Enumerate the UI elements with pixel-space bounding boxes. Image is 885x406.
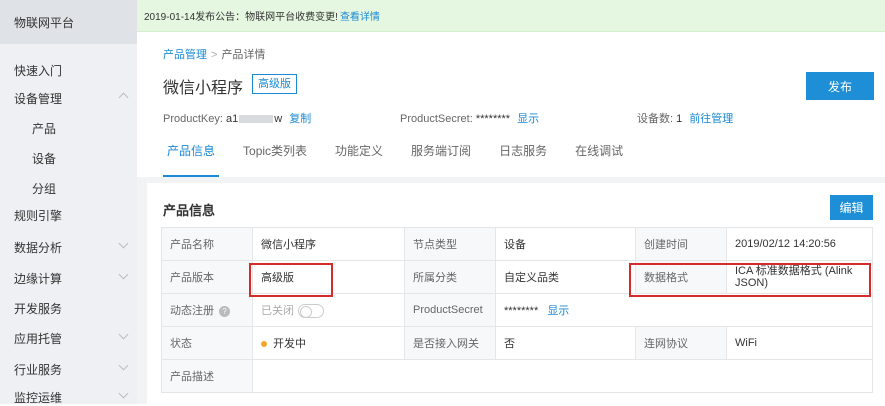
field-label: 节点类型 xyxy=(404,227,496,261)
field-value: WiFi xyxy=(726,326,873,360)
sidebar-item-industry-service[interactable]: 行业服务 xyxy=(14,360,129,378)
product-secret-value: ******** xyxy=(475,113,511,125)
sidebar-item-monitoring[interactable]: 监控运维 xyxy=(14,388,129,406)
sidebar-item-quick-start[interactable]: 快速入门 xyxy=(14,62,62,79)
sidebar-item-data-analysis[interactable]: 数据分析 xyxy=(14,238,129,256)
chevron-down-icon xyxy=(118,238,129,249)
highlight-box-data-format xyxy=(629,263,871,297)
field-label: 动态注册? xyxy=(161,293,253,327)
device-count-value: 1 xyxy=(676,113,683,125)
field-value: ******** 显示 xyxy=(495,293,873,327)
sidebar-item-edge-computing[interactable]: 边缘计算 xyxy=(14,269,129,287)
field-value xyxy=(252,359,873,393)
sidebar-item-rules-engine[interactable]: 规则引擎 xyxy=(14,207,62,224)
highlight-box-edition xyxy=(249,263,333,297)
tab-bar: 产品信息 Topic类列表 功能定义 服务端订阅 日志服务 在线调试 xyxy=(163,142,647,177)
edit-button[interactable]: 编辑 xyxy=(830,195,873,220)
device-count-label: 设备数: xyxy=(637,113,674,125)
field-value: 微信小程序 xyxy=(252,227,405,261)
show-secret-link[interactable]: 显示 xyxy=(517,113,539,125)
chevron-down-icon xyxy=(118,269,129,280)
sidebar-item-device-management[interactable]: 设备管理 xyxy=(14,90,129,107)
main-content: 2019-01-14发布公告：物联网平台收费变更! 查看详情 产品管理 > 产品详情… xyxy=(137,0,885,404)
tab-product-info[interactable]: 产品信息 xyxy=(163,142,220,177)
field-label: 产品名称 xyxy=(161,227,253,261)
device-count-info: 设备数: 1 前往管理 xyxy=(637,110,733,126)
chevron-down-icon xyxy=(118,360,129,371)
sidebar-item-group[interactable]: 分组 xyxy=(32,180,56,197)
sidebar-item-label: 数据分析 xyxy=(14,241,63,255)
table-row: 动态注册? 已关闭 ProductSecret ******** 显示 xyxy=(161,293,873,327)
chevron-down-icon xyxy=(118,388,129,399)
chevron-down-icon xyxy=(118,329,129,340)
product-info-card: 产品信息 编辑 产品名称 微信小程序 节点类型 设备 创建时间 2019/02/… xyxy=(147,183,885,404)
sidebar-item-device[interactable]: 设备 xyxy=(32,150,56,167)
table-row: 状态 开发中 是否接入网关 否 连网协议 WiFi xyxy=(161,326,873,360)
product-key-value: a1 xyxy=(225,113,239,125)
sidebar-item-label: 监控运维 xyxy=(14,391,63,405)
product-key-label: ProductKey: xyxy=(163,113,223,125)
product-secret-masked: ******** xyxy=(504,305,539,317)
edition-badge: 高级版 xyxy=(252,74,297,94)
table-row: 产品名称 微信小程序 节点类型 设备 创建时间 2019/02/12 14:20… xyxy=(161,227,873,261)
manage-devices-link[interactable]: 前往管理 xyxy=(689,113,733,125)
sidebar-item-label: 行业服务 xyxy=(14,363,63,377)
breadcrumb-current: 产品详情 xyxy=(221,49,266,61)
product-secret-info: ProductSecret: ******** 显示 xyxy=(400,110,539,126)
sidebar-brand[interactable]: 物联网平台 xyxy=(0,0,137,44)
field-label: 创建时间 xyxy=(635,227,727,261)
breadcrumb-separator: > xyxy=(211,49,218,61)
product-key-tail: w xyxy=(274,113,283,125)
breadcrumb: 产品管理 > 产品详情 xyxy=(163,46,265,62)
page-title: 微信小程序 xyxy=(163,80,244,97)
sidebar-item-label: 设备管理 xyxy=(14,92,63,106)
status-text: 开发中 xyxy=(273,338,306,350)
sidebar-item-app-hosting[interactable]: 应用托管 xyxy=(14,329,129,347)
field-label: 连网协议 xyxy=(635,326,727,360)
tab-log-service[interactable]: 日志服务 xyxy=(495,142,551,177)
sidebar: 物联网平台 快速入门 设备管理 产品 设备 分组 规则引擎 数据分析 边缘计算 … xyxy=(0,0,137,406)
sidebar-item-dev-service[interactable]: 开发服务 xyxy=(14,300,62,317)
sidebar-item-product[interactable]: 产品 xyxy=(32,120,56,137)
help-icon[interactable]: ? xyxy=(219,305,230,317)
tab-topic-list[interactable]: Topic类列表 xyxy=(239,142,311,177)
field-value: 否 xyxy=(495,326,636,360)
field-value: 2019/02/12 14:20:56 xyxy=(726,227,873,261)
announcement-text: 2019-01-14发布公告：物联网平台收费变更! xyxy=(144,12,338,23)
sidebar-item-label: 边缘计算 xyxy=(14,272,63,286)
tab-server-subscription[interactable]: 服务端订阅 xyxy=(407,142,475,177)
product-key-redaction xyxy=(239,115,274,124)
product-info-table: 产品名称 微信小程序 节点类型 设备 创建时间 2019/02/12 14:20… xyxy=(161,227,873,393)
product-header: 产品管理 > 产品详情 微信小程序 高级版 发布 ProductKey: a1 w 复… xyxy=(137,32,885,177)
dynamic-register-status: 已关闭 xyxy=(261,304,294,317)
field-label: 状态 xyxy=(161,326,253,360)
field-label: 所属分类 xyxy=(404,260,496,294)
show-secret-link[interactable]: 显示 xyxy=(547,305,569,317)
field-label-text: 动态注册 xyxy=(170,305,214,317)
field-label: 是否接入网关 xyxy=(404,326,496,360)
field-value: 自定义品类 xyxy=(495,260,636,294)
product-secret-label: ProductSecret: xyxy=(400,113,473,125)
breadcrumb-product-management[interactable]: 产品管理 xyxy=(163,49,207,61)
tab-function-definition[interactable]: 功能定义 xyxy=(331,142,387,177)
field-value: 开发中 xyxy=(252,326,405,360)
publish-button[interactable]: 发布 xyxy=(806,72,874,100)
announcement-bar: 2019-01-14发布公告：物联网平台收费变更! 查看详情 xyxy=(137,0,885,32)
status-dot-icon xyxy=(261,341,267,348)
field-label: 产品描述 xyxy=(161,359,253,393)
field-label: ProductSecret xyxy=(404,293,496,327)
product-key-info: ProductKey: a1 w 复制 xyxy=(163,110,311,126)
field-value: 已关闭 xyxy=(252,293,405,327)
announcement-details-link[interactable]: 查看详情 xyxy=(340,8,380,23)
tab-online-debug[interactable]: 在线调试 xyxy=(571,142,627,177)
sidebar-item-label: 应用托管 xyxy=(14,332,63,346)
section-title: 产品信息 xyxy=(163,203,216,218)
field-value: 设备 xyxy=(495,227,636,261)
dynamic-register-toggle[interactable] xyxy=(298,304,324,319)
table-row: 产品描述 xyxy=(161,359,873,393)
field-label: 产品版本 xyxy=(161,260,253,294)
chevron-up-icon xyxy=(118,92,129,103)
copy-product-key-link[interactable]: 复制 xyxy=(289,113,311,125)
